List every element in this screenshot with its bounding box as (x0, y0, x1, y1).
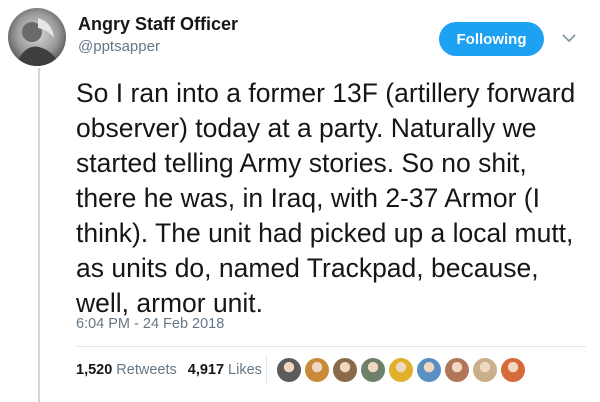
chevron-down-icon-glyph (562, 33, 576, 42)
avatar-image (8, 8, 66, 66)
likes-label: Likes (228, 362, 262, 378)
author-handle[interactable]: @pptsapper (78, 38, 160, 55)
liker-avatar[interactable] (360, 357, 386, 383)
likes-stat[interactable]: 4,917 Likes (188, 362, 262, 378)
thread-line (38, 68, 40, 402)
tweet-timestamp[interactable]: 6:04 PM - 24 Feb 2018 (76, 316, 224, 332)
likes-count: 4,917 (187, 362, 225, 378)
liker-avatar[interactable] (500, 357, 526, 383)
stats-separator (266, 355, 267, 385)
liker-avatar[interactable] (388, 357, 414, 383)
liker-avatar[interactable] (304, 357, 330, 383)
liker-avatar[interactable] (444, 357, 470, 383)
liker-avatar[interactable] (332, 357, 358, 383)
liker-avatar[interactable] (472, 357, 498, 383)
liker-avatar[interactable] (276, 357, 302, 383)
tweet-stats: 1,520 Retweets 4,917 Likes (76, 362, 269, 378)
tweet-text: So I ran into a former 13F (artillery fo… (76, 78, 576, 318)
retweets-count: 1,520 (76, 362, 113, 378)
chevron-down-icon[interactable] (561, 30, 577, 46)
stats-divider (76, 346, 586, 347)
retweets-label: Retweets (116, 362, 177, 378)
following-button[interactable]: Following (439, 22, 544, 56)
liker-avatars (276, 357, 526, 383)
liker-avatar[interactable] (416, 357, 442, 383)
author-name[interactable]: Angry Staff Officer (78, 14, 238, 35)
retweets-stat[interactable]: 1,520 Retweets (76, 362, 177, 378)
author-avatar[interactable] (8, 8, 66, 66)
